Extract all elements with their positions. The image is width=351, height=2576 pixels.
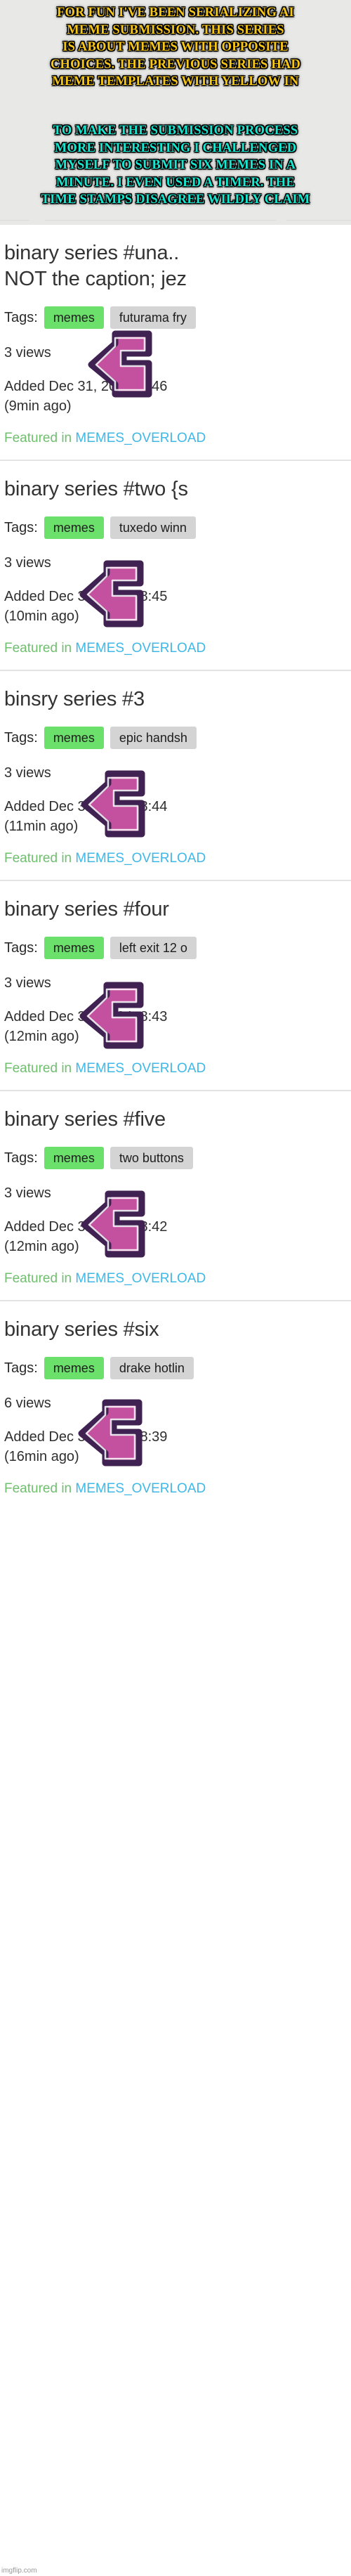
view-count: 3 views [4, 1185, 51, 1201]
added-timestamp: Added Dec 31, 2024, 8:42 (12min ago) [4, 1217, 347, 1256]
view-count: 3 views [4, 345, 51, 360]
caption-line: MINUTE. I EVEN USED A TIMER. THE [56, 175, 295, 190]
meme-title-line2: NOT the caption; jez [4, 268, 187, 290]
tags-label: Tags: [4, 1360, 38, 1376]
featured-prefix: Featured in [4, 1271, 76, 1286]
featured-in: Featured in MEMES_OVERLOAD [4, 1481, 347, 1510]
featured-stream-link[interactable]: MEMES_OVERLOAD [75, 1271, 206, 1286]
added-timestamp: Added Dec 31, 2024, 8:39 (16min ago) [4, 1427, 347, 1466]
added-date: Added Dec 31, 2024, 8:39 [4, 1429, 168, 1445]
tag-memes[interactable]: memes [44, 937, 104, 959]
tags-label: Tags: [4, 520, 38, 535]
added-relative: (9min ago) [4, 398, 72, 414]
featured-prefix: Featured in [4, 431, 76, 445]
tags-row: Tags: memes left exit 12 o [4, 937, 347, 959]
caption-top-yellow: FOR FUN I'VE BEEN SERIALIZING AI MEME SU… [0, 4, 351, 91]
panel-edge-notch [286, 215, 351, 221]
meme-title[interactable]: binary series #una.. NOT the caption; je… [4, 225, 347, 292]
added-timestamp: Added Dec 31, 2024, 8:43 (12min ago) [4, 1007, 347, 1046]
added-date: Added Dec 31, 2024, 8:46 [4, 379, 168, 394]
tags-label: Tags: [4, 310, 38, 325]
added-relative: (10min ago) [4, 609, 79, 624]
caption-line: TO MAKE THE SUBMISSION PROCESS [53, 124, 298, 138]
tag-template[interactable]: two buttons [110, 1147, 193, 1169]
tag-template[interactable]: tuxedo winn [110, 516, 196, 539]
featured-prefix: Featured in [4, 851, 76, 866]
meme-entry[interactable]: binary series #four Tags: memes left exi… [0, 880, 351, 1090]
view-count: 6 views [4, 1396, 51, 1411]
caption-line: TIME STAMPS DISAGREE WILDLY CLAIM [41, 193, 310, 207]
featured-prefix: Featured in [4, 641, 76, 656]
tag-template[interactable]: left exit 12 o [110, 937, 197, 959]
meme-title[interactable]: binsry series #3 [4, 671, 347, 713]
panel-edge-notch [0, 215, 29, 221]
tag-memes[interactable]: memes [44, 727, 104, 749]
caption-line: IS ABOUT MEMES WITH OPPOSITE [62, 40, 289, 55]
added-date: Added Dec 31, 2024, 8:43 [4, 1009, 168, 1024]
tags-row: Tags: memes drake hotlin [4, 1357, 347, 1379]
added-relative: (12min ago) [4, 1239, 79, 1254]
tag-template[interactable]: epic handsh [110, 727, 197, 749]
added-date: Added Dec 31, 2024, 8:45 [4, 589, 168, 604]
added-relative: (12min ago) [4, 1029, 79, 1044]
tag-template[interactable]: drake hotlin [110, 1357, 194, 1379]
caption-line: FOR FUN I'VE BEEN SERIALIZING AI [57, 6, 294, 20]
meme-submission-list: binary series #una.. NOT the caption; je… [0, 225, 351, 1510]
featured-stream-link[interactable]: MEMES_OVERLOAD [75, 1061, 206, 1076]
added-timestamp: Added Dec 31, 2024, 8:46 (9min ago) [4, 377, 347, 416]
featured-stream-link[interactable]: MEMES_OVERLOAD [75, 641, 206, 656]
view-count: 3 views [4, 975, 51, 991]
added-timestamp: Added Dec 31, 2024, 8:45 (10min ago) [4, 587, 347, 626]
view-count: 3 views [4, 765, 51, 781]
added-relative: (11min ago) [4, 819, 79, 834]
featured-stream-link[interactable]: MEMES_OVERLOAD [75, 851, 206, 866]
featured-in: Featured in MEMES_OVERLOAD [4, 1270, 347, 1300]
featured-in: Featured in MEMES_OVERLOAD [4, 430, 347, 460]
tag-memes[interactable]: memes [44, 1357, 104, 1379]
meme-title[interactable]: binary series #four [4, 881, 347, 923]
meme-title[interactable]: binary series #six [4, 1301, 347, 1343]
tags-label: Tags: [4, 940, 38, 956]
caption-line: MORE INTERESTING I CHALLENGED [54, 141, 297, 155]
meme-title[interactable]: binary series #five [4, 1091, 347, 1133]
caption-line: MEME TEMPLATES WITH YELLOW IN [52, 74, 299, 89]
added-timestamp: Added Dec 31, 2024, 8:44 (11min ago) [4, 797, 347, 836]
meme-title-line1: binary series #una.. [4, 242, 180, 264]
added-relative: (16min ago) [4, 1449, 79, 1464]
tags-row: Tags: memes futurama fry [4, 306, 347, 329]
added-date: Added Dec 31, 2024, 8:42 [4, 1219, 168, 1235]
featured-prefix: Featured in [4, 1061, 76, 1076]
meme-entry[interactable]: binary series #five Tags: memes two butt… [0, 1090, 351, 1300]
featured-prefix: Featured in [4, 1481, 76, 1496]
added-date: Added Dec 31, 2024, 8:44 [4, 799, 168, 814]
featured-in: Featured in MEMES_OVERLOAD [4, 1060, 347, 1090]
meme-entry[interactable]: binsry series #3 Tags: memes epic handsh… [0, 670, 351, 880]
meme-caption-panel: FOR FUN I'VE BEEN SERIALIZING AI MEME SU… [0, 0, 351, 225]
tag-template[interactable]: futurama fry [110, 306, 196, 329]
imgflip-watermark: imgflip.com [1, 2567, 37, 2575]
tags-row: Tags: memes two buttons [4, 1147, 347, 1169]
tags-row: Tags: memes epic handsh [4, 727, 347, 749]
view-count: 3 views [4, 555, 51, 571]
tag-memes[interactable]: memes [44, 516, 104, 539]
featured-stream-link[interactable]: MEMES_OVERLOAD [75, 1481, 206, 1496]
featured-in: Featured in MEMES_OVERLOAD [4, 850, 347, 880]
tag-memes[interactable]: memes [44, 306, 104, 329]
tags-label: Tags: [4, 1150, 38, 1166]
caption-line: MYSELF TO SUBMIT SIX MEMES IN A [55, 158, 296, 173]
caption-line: CHOICES. THE PREVIOUS SERIES HAD [50, 57, 301, 72]
featured-in: Featured in MEMES_OVERLOAD [4, 640, 347, 670]
meme-entry[interactable]: binary series #six Tags: memes drake hot… [0, 1300, 351, 1510]
panel-edge-notch [45, 215, 277, 221]
tag-memes[interactable]: memes [44, 1147, 104, 1169]
meme-entry[interactable]: binary series #two {s Tags: memes tuxedo… [0, 460, 351, 670]
tags-row: Tags: memes tuxedo winn [4, 516, 347, 539]
featured-stream-link[interactable]: MEMES_OVERLOAD [75, 431, 206, 445]
meme-entry[interactable]: binary series #una.. NOT the caption; je… [0, 225, 351, 460]
meme-title[interactable]: binary series #two {s [4, 461, 347, 502]
caption-bottom-cyan: TO MAKE THE SUBMISSION PROCESS MORE INTE… [0, 122, 351, 209]
caption-line: MEME SUBMISSION. THIS SERIES [67, 22, 284, 37]
tags-label: Tags: [4, 730, 38, 746]
